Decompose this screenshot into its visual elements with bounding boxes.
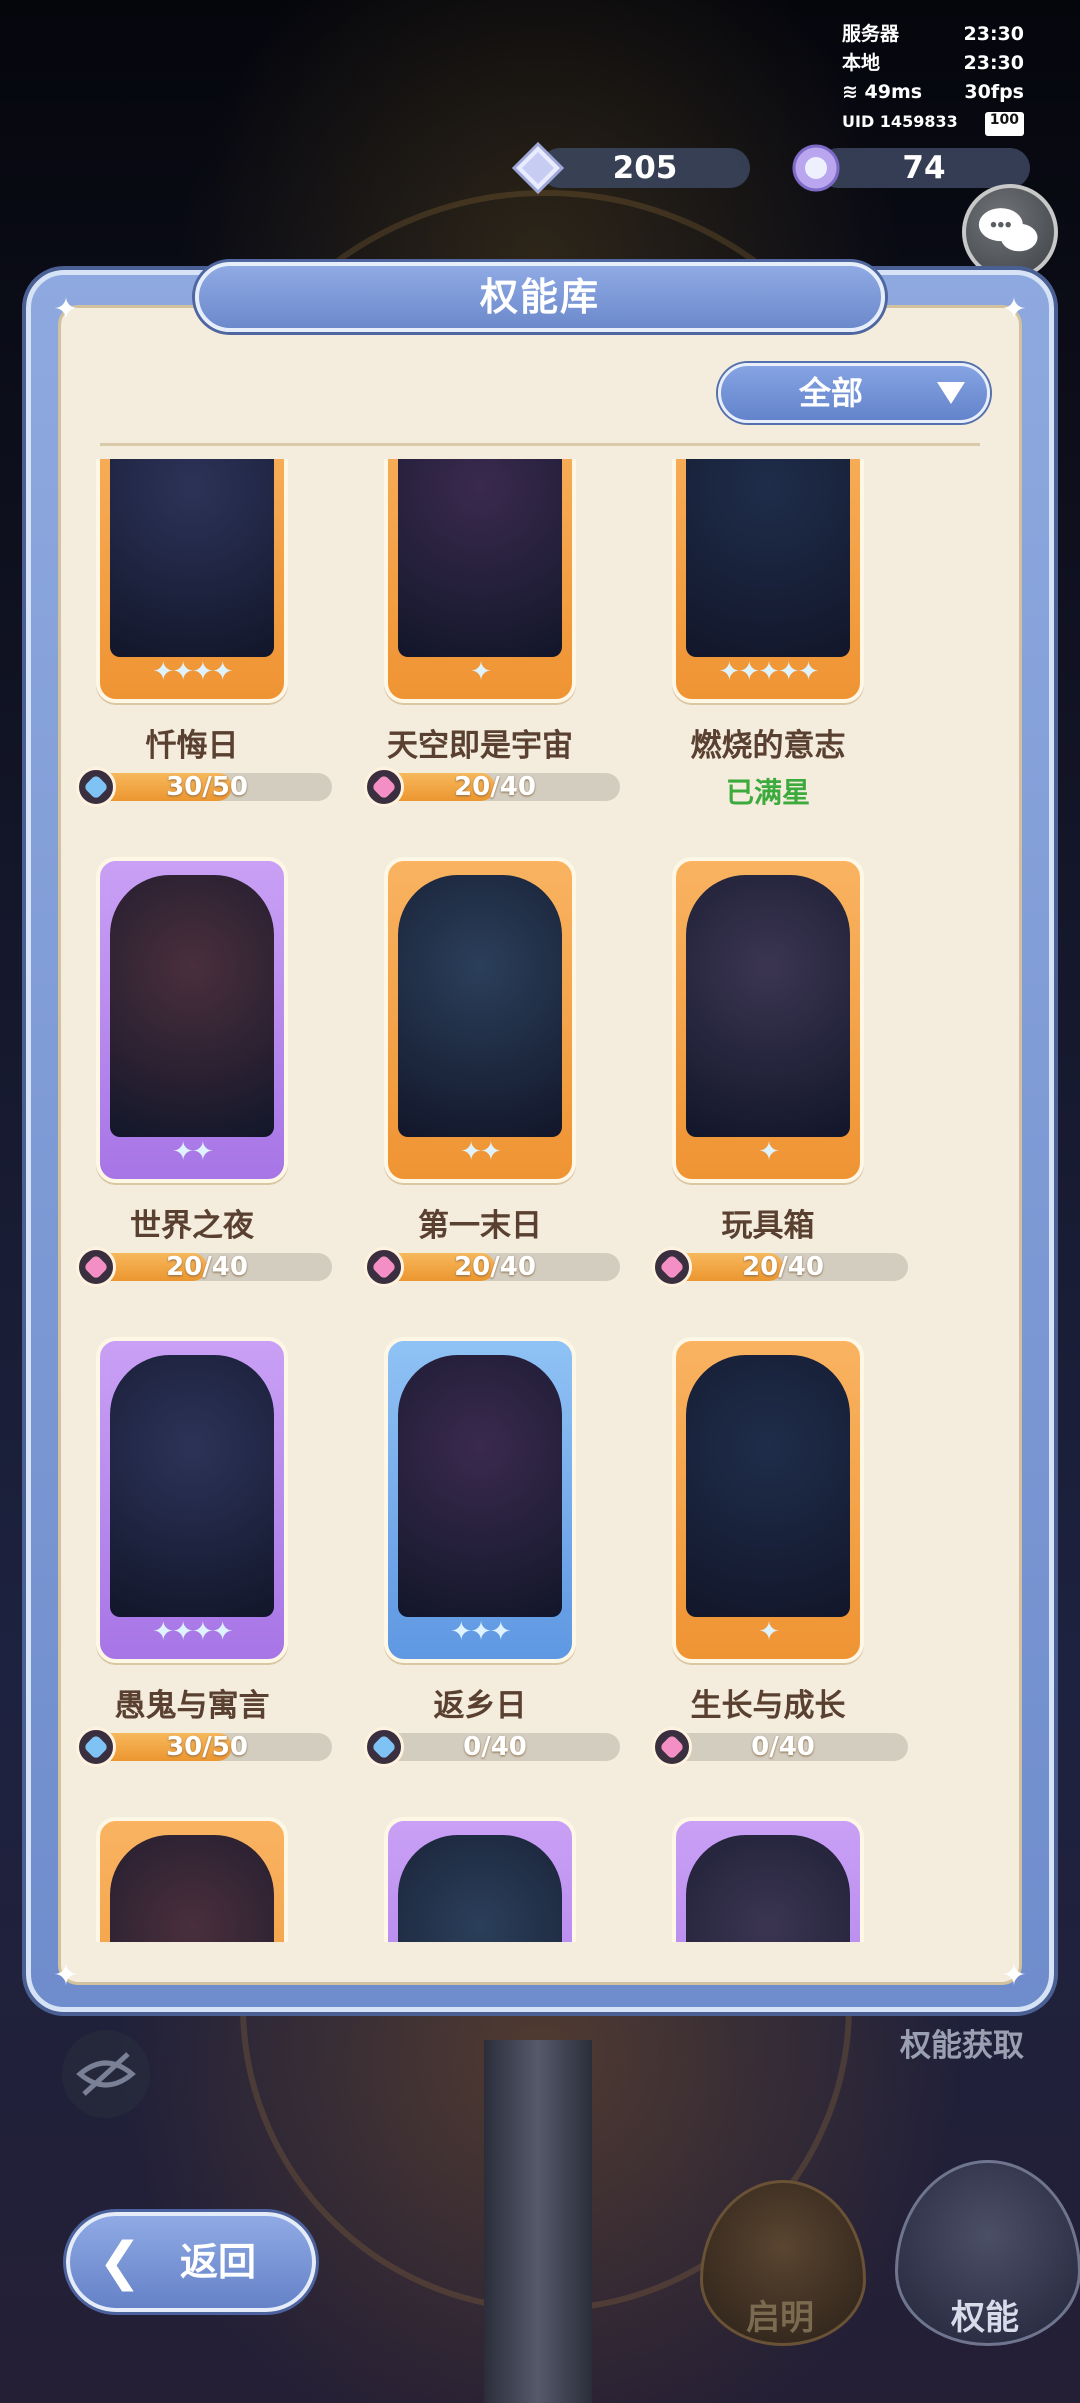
nav-power-button[interactable]: 权能 [895, 2160, 1080, 2346]
card-artwork [398, 1355, 562, 1617]
card-art-frame[interactable]: ✦ [672, 857, 864, 1183]
nav-enlighten-label: 启明 [746, 2298, 814, 2338]
decorative-pillar [484, 2040, 592, 2403]
battery-icon: 100 [984, 112, 1024, 136]
corner-ornament-icon: ✦ [1001, 1958, 1027, 1993]
uid-text: UID 1459833 [842, 112, 958, 131]
card-progress-bar: 30/50 [76, 767, 332, 807]
nav-enlighten-button[interactable]: 启明 [700, 2180, 866, 2360]
hide-ui-button[interactable] [62, 2030, 150, 2118]
card-art-frame[interactable]: ✦✦✦✦✦ [672, 459, 864, 703]
card-art-frame[interactable]: ✦✦ [96, 857, 288, 1183]
triangle-down-icon [937, 382, 965, 404]
progress-text: 20/40 [454, 1252, 536, 1282]
card-name: 生长与成长 [690, 1688, 846, 1724]
card-name: 世界之夜 [130, 1208, 254, 1244]
max-star-status: 已满星 [725, 776, 810, 809]
card-star-rating: ✦ [758, 1137, 780, 1167]
eye-off-icon [76, 2052, 136, 2096]
card-name: 玩具箱 [721, 1208, 815, 1244]
card-star-rating: ✦✦ [460, 1137, 502, 1167]
filter-dropdown[interactable]: 全部 [718, 363, 990, 423]
card-progress-bar: 20/40 [364, 1247, 620, 1287]
card-name: 返乡日 [433, 1688, 527, 1724]
card-star-rating: ✦✦✦✦✦ [718, 657, 820, 687]
diamond-counter[interactable]: 205 [511, 141, 750, 195]
card-artwork [686, 1835, 850, 1942]
server-time: 23:30 [963, 23, 1024, 45]
card-name: 燃烧的意志 [690, 728, 846, 764]
card-art-frame[interactable]: ✦✦ [384, 857, 576, 1183]
card-art-frame[interactable]: ✦✦✦ [384, 1337, 576, 1663]
power-acquire-label[interactable]: 权能获取 [900, 2020, 1024, 2065]
chat-button[interactable] [962, 184, 1058, 280]
card-artwork [686, 459, 850, 657]
card-artwork [398, 875, 562, 1137]
card-artwork [110, 875, 274, 1137]
card-star-rating: ✦✦✦✦ [152, 1617, 233, 1647]
corner-ornament-icon: ✦ [1001, 292, 1027, 327]
back-label: 返回 [180, 2240, 257, 2284]
local-label: 本地 [842, 52, 881, 74]
crystal-counter[interactable]: 74 [792, 144, 1030, 192]
progress-text: 20/40 [742, 1252, 824, 1282]
card-progress-bar: 0/40 [364, 1727, 620, 1767]
card-star-rating: ✦ [758, 1617, 780, 1647]
title-banner: 权能库 [195, 262, 885, 332]
wifi-icon: ≋ [842, 81, 858, 103]
corner-ornament-icon: ✦ [53, 1958, 79, 1993]
card-art-frame[interactable]: ✦✦✦✦ [96, 1337, 288, 1663]
card-star-rating: ✦ [470, 657, 492, 687]
card-artwork [686, 1355, 850, 1617]
card-art-frame[interactable] [384, 1817, 576, 1942]
local-time: 23:30 [963, 52, 1024, 74]
card-star-rating: ✦✦ [172, 1137, 214, 1167]
progress-text: 0/40 [463, 1732, 527, 1762]
card-grid: ✦✦✦✦ 忏悔日 30/50 ✦ 天空即是宇宙 20/40 ✦✦✦✦✦ 燃烧的意志 已满星 ✦✦ 世… [60, 459, 1020, 1942]
page-title: 权能库 [479, 275, 600, 319]
diamond-amount: 205 [612, 150, 678, 186]
card-name: 忏悔日 [145, 728, 239, 764]
crystal-amount: 74 [902, 150, 946, 186]
ping-value: 49ms [864, 81, 923, 103]
back-button[interactable]: ❮ 返回 [66, 2212, 316, 2312]
divider [100, 443, 980, 446]
chat-icon [978, 208, 1038, 252]
progress-text: 30/50 [166, 772, 248, 802]
card-name: 天空即是宇宙 [387, 728, 573, 764]
fps-value: 30fps [964, 81, 1024, 103]
card-progress-bar: 20/40 [652, 1247, 908, 1287]
nav-power-label: 权能 [951, 2298, 1019, 2338]
card-art-frame[interactable]: ✦ [384, 459, 576, 703]
card-artwork [110, 1355, 274, 1617]
card-artwork [398, 1835, 562, 1942]
card-progress-bar: 30/50 [76, 1727, 332, 1767]
progress-text: 20/40 [454, 772, 536, 802]
card-art-frame[interactable]: ✦ [672, 1337, 864, 1663]
progress-text: 30/50 [166, 1732, 248, 1762]
corner-ornament-icon: ✦ [53, 292, 79, 327]
back-arrow-icon: ❮ [98, 2232, 142, 2292]
card-star-rating: ✦✦✦ [450, 1617, 511, 1647]
card-progress-bar: 20/40 [364, 767, 620, 807]
card-art-frame[interactable] [672, 1817, 864, 1942]
status-overlay: 服务器 23:30 本地 23:30 ≋ 49ms 30fps UID 1459833… [842, 20, 1024, 136]
card-artwork [110, 459, 274, 657]
card-artwork [686, 875, 850, 1137]
progress-text: 20/40 [166, 1252, 248, 1282]
card-progress-bar: 0/40 [652, 1727, 908, 1767]
filter-selected-value: 全部 [798, 374, 863, 412]
card-name: 愚鬼与寓言 [114, 1688, 270, 1724]
progress-text: 0/40 [751, 1732, 815, 1762]
card-name: 第一末日 [418, 1208, 542, 1244]
server-label: 服务器 [842, 23, 900, 45]
card-star-rating: ✦✦✦✦ [152, 657, 233, 687]
card-art-frame[interactable] [96, 1817, 288, 1942]
card-progress-bar: 20/40 [76, 1247, 332, 1287]
card-artwork [110, 1835, 274, 1942]
card-art-frame[interactable]: ✦✦✦✦ [96, 459, 288, 703]
card-artwork [398, 459, 562, 657]
